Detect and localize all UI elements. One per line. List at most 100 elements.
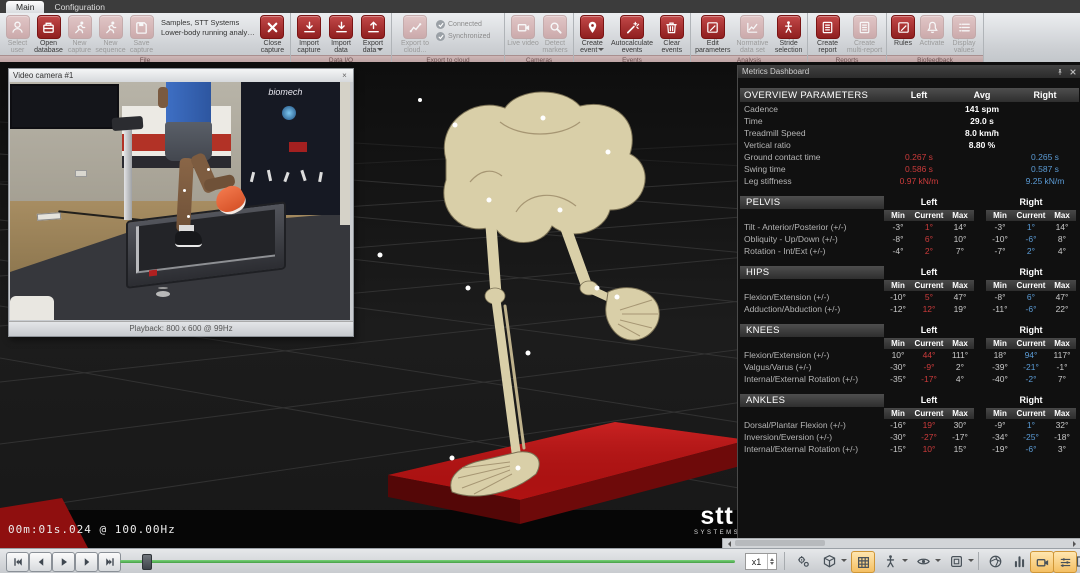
table-row: Tilt - Anterior/Posterior (+/-)-3°1°14°-… (738, 221, 1080, 233)
tab-configuration[interactable]: Configuration (44, 1, 115, 13)
activate-button[interactable]: Activate (917, 15, 947, 47)
select-user-button[interactable]: Select user (2, 15, 33, 55)
edit-parameters-button[interactable]: Edit parameters (693, 15, 733, 55)
spinner-arrows[interactable] (767, 554, 776, 569)
create-multi-report-button[interactable]: Create multi-report (845, 15, 884, 55)
import-capture-button[interactable]: Import capture (293, 15, 325, 55)
stride-selection-button[interactable]: Stride selection (772, 15, 805, 55)
tab-main[interactable]: Main (6, 1, 44, 13)
table-row: Cadence141 spm (738, 103, 1080, 115)
charts-icon[interactable] (1008, 551, 1030, 571)
table-row: Swing time0.586 s0.587 s (738, 163, 1080, 175)
report-icon (816, 15, 840, 39)
chevron-down-icon[interactable] (968, 559, 974, 565)
step-forward-button[interactable] (75, 552, 98, 572)
play-button[interactable] (52, 552, 75, 572)
ribbon-group-events: Create event Autocalculate events Clear … (574, 13, 691, 62)
ribbon: Select user Open database New capture Ne… (0, 13, 1080, 62)
stt-systems-logo: stt SYSTEMS (694, 504, 740, 536)
normative-data-set-button[interactable]: Normative data set (733, 15, 773, 55)
video-camera-icon[interactable] (1030, 551, 1054, 573)
video-banner-logo-circle (282, 106, 296, 120)
step-back-button[interactable] (29, 552, 52, 572)
chevron-down-icon[interactable] (902, 559, 908, 565)
close-capture-button[interactable]: Close capture (257, 15, 288, 55)
export-data-icon (361, 15, 385, 39)
import-data-button[interactable]: Import data (325, 15, 357, 55)
connected-checkbox[interactable]: Connected (436, 20, 500, 29)
bell-icon (920, 15, 944, 39)
ribbon-group-data-io: Import capture Import data Export data D… (291, 13, 392, 62)
chevron-down-icon[interactable] (935, 559, 941, 565)
video-tv-screen (10, 84, 119, 128)
toolbar-separator (784, 552, 785, 570)
close-icon[interactable]: × (340, 72, 349, 80)
ribbon-group-analysis: Edit parameters Normative data set Strid… (691, 13, 808, 62)
check-icon (436, 32, 445, 41)
rules-icon (891, 15, 915, 39)
table-row: Inversion/Eversion (+/-)-30°-27°-17°-34°… (738, 431, 1080, 443)
create-event-button[interactable]: Create event (576, 15, 608, 55)
viewport-layout-icon[interactable] (945, 551, 967, 571)
exit-icon[interactable] (1074, 551, 1080, 571)
pin-icon (580, 15, 604, 39)
grid-icon[interactable] (851, 551, 875, 573)
gears-icon[interactable] (792, 551, 814, 571)
cube-icon[interactable] (818, 551, 840, 571)
skip-start-button[interactable] (6, 552, 29, 572)
close-icon (260, 15, 284, 39)
export-to-cloud-button[interactable]: Export to cloud... (394, 15, 436, 55)
trash-icon (660, 15, 684, 39)
scroll-right-icon[interactable] (1073, 541, 1079, 547)
clear-events-button[interactable]: Clear events (656, 15, 688, 55)
close-icon[interactable] (1069, 68, 1077, 76)
video-camera-panel: Video camera #1 × biomech (8, 68, 354, 337)
open-database-button[interactable]: Open database (33, 15, 64, 55)
video-icon (511, 15, 535, 39)
rules-button[interactable]: Rules (889, 15, 917, 47)
video-banner-red-block (289, 142, 307, 152)
chevron-down-icon[interactable] (841, 559, 847, 565)
table-row: Internal/External Rotation (+/-)-15°10°1… (738, 443, 1080, 455)
new-capture-button[interactable]: New capture (64, 15, 95, 55)
live-video-button[interactable]: Live video (507, 15, 539, 47)
table-row: Ground contact time0.267 s0.265 s (738, 151, 1080, 163)
export-data-button[interactable]: Export data (357, 15, 389, 55)
user-icon (6, 15, 30, 39)
timeline-track[interactable] (120, 560, 735, 563)
video-panel-titlebar[interactable]: Video camera #1 × (9, 69, 353, 82)
aperture-icon[interactable] (984, 551, 1006, 571)
playback-speed-spinner[interactable]: x1 (745, 553, 777, 570)
autocalculate-events-button[interactable]: Autocalculate events (608, 15, 655, 55)
display-values-button[interactable]: Display values (947, 15, 981, 55)
table-row: Time29.0 s (738, 115, 1080, 127)
capture-info: Samples, STT Systems Lower-body running … (157, 15, 257, 38)
chevron-down-icon (598, 48, 604, 54)
eye-icon[interactable] (912, 551, 934, 571)
import-data-icon (329, 15, 353, 39)
skip-end-button[interactable] (98, 552, 121, 572)
timeline-handle[interactable] (142, 554, 152, 570)
table-row: Treadmill Speed8.0 km/h (738, 127, 1080, 139)
overview-header: OVERVIEW PARAMETERS Left Avg Right (738, 87, 1080, 103)
new-sequence-button[interactable]: New sequence (95, 15, 126, 55)
list-icon (952, 15, 976, 39)
metrics-dashboard-titlebar[interactable]: Metrics Dashboard (738, 65, 1080, 78)
skeleton-icon[interactable] (879, 551, 901, 571)
section-knees: KNEESLeftRight MinCurrentMaxMinCurrentMa… (738, 322, 1080, 385)
pushpin-icon[interactable] (1056, 68, 1064, 76)
detect-markers-button[interactable]: Detect markers (539, 15, 571, 55)
video-runner-arm (158, 87, 168, 108)
application-window: Main Configuration Select user Open data… (0, 0, 1080, 573)
create-report-button[interactable]: Create report (810, 15, 845, 55)
step-back-icon (35, 556, 47, 568)
video-treadmill-console (112, 115, 143, 130)
synchronized-checkbox[interactable]: Synchronized (436, 32, 500, 41)
scroll-left-icon[interactable] (725, 541, 731, 547)
scrollbar-thumb[interactable] (735, 540, 825, 546)
video-marker-dot (207, 168, 210, 171)
video-treadmill-red-switch (149, 270, 157, 277)
save-capture-button[interactable]: Save capture (126, 15, 157, 55)
playback-toolbar: x1 (0, 548, 1080, 573)
metrics-dashboard-title: Metrics Dashboard (742, 67, 809, 76)
